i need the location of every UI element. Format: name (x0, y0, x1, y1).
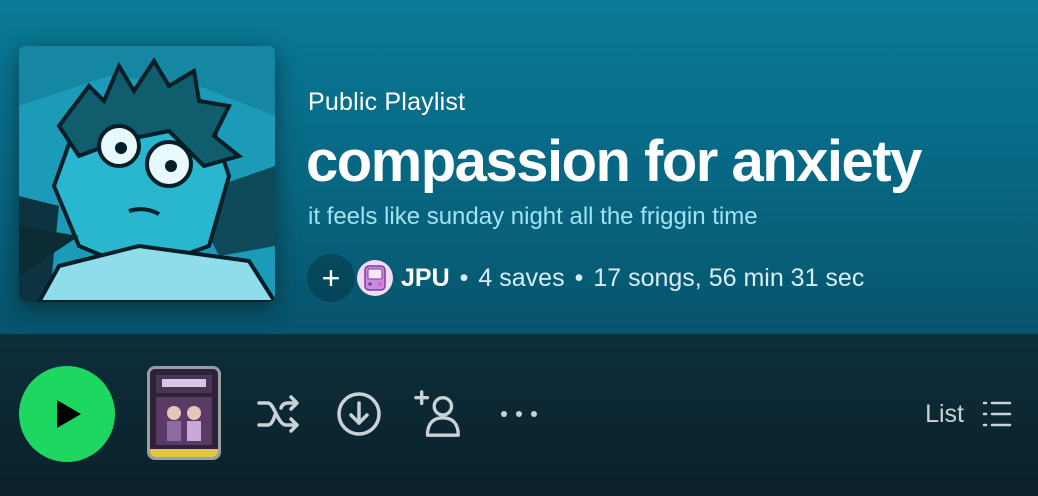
play-button[interactable] (19, 366, 115, 462)
action-bar: List (0, 334, 1038, 496)
meta-separator: • (459, 263, 469, 292)
view-mode-toggle[interactable]: List (925, 396, 1012, 432)
view-mode-label: List (925, 399, 964, 428)
handheld-console-icon (364, 265, 386, 291)
songs-duration: 17 songs, 56 min 31 sec (593, 263, 865, 292)
add-user-icon (414, 390, 460, 437)
download-icon (337, 392, 381, 436)
meta-separator: • (574, 263, 584, 292)
playlist-cover-image[interactable] (19, 46, 275, 302)
play-icon (57, 400, 81, 428)
playlist-description: it feels like sunday night all the frigg… (308, 203, 758, 230)
playlist-owner[interactable]: JPU (401, 264, 450, 293)
playlist-type-label: Public Playlist (308, 88, 466, 116)
more-options-button[interactable] (494, 386, 544, 442)
shuffle-icon (257, 395, 299, 433)
add-collaborator-button[interactable]: + (307, 254, 355, 302)
download-button[interactable] (334, 386, 384, 442)
preview-thumbnail[interactable] (147, 366, 221, 460)
cover-illustration (19, 46, 275, 302)
owner-avatar[interactable] (357, 260, 393, 296)
more-icon (501, 411, 537, 417)
preview-image (150, 369, 218, 457)
playlist-header: Public Playlist compassion for anxiety i… (0, 0, 1038, 334)
shuffle-button[interactable] (254, 386, 304, 442)
plus-icon: + (321, 260, 341, 296)
playlist-title: compassion for anxiety (306, 129, 922, 194)
list-icon (982, 401, 1012, 427)
saves-count: 4 saves (478, 263, 565, 292)
playlist-meta: + JPU • 4 saves • 17 songs, 56 min 31 se… (307, 254, 864, 302)
invite-collaborator-button[interactable] (414, 386, 464, 442)
